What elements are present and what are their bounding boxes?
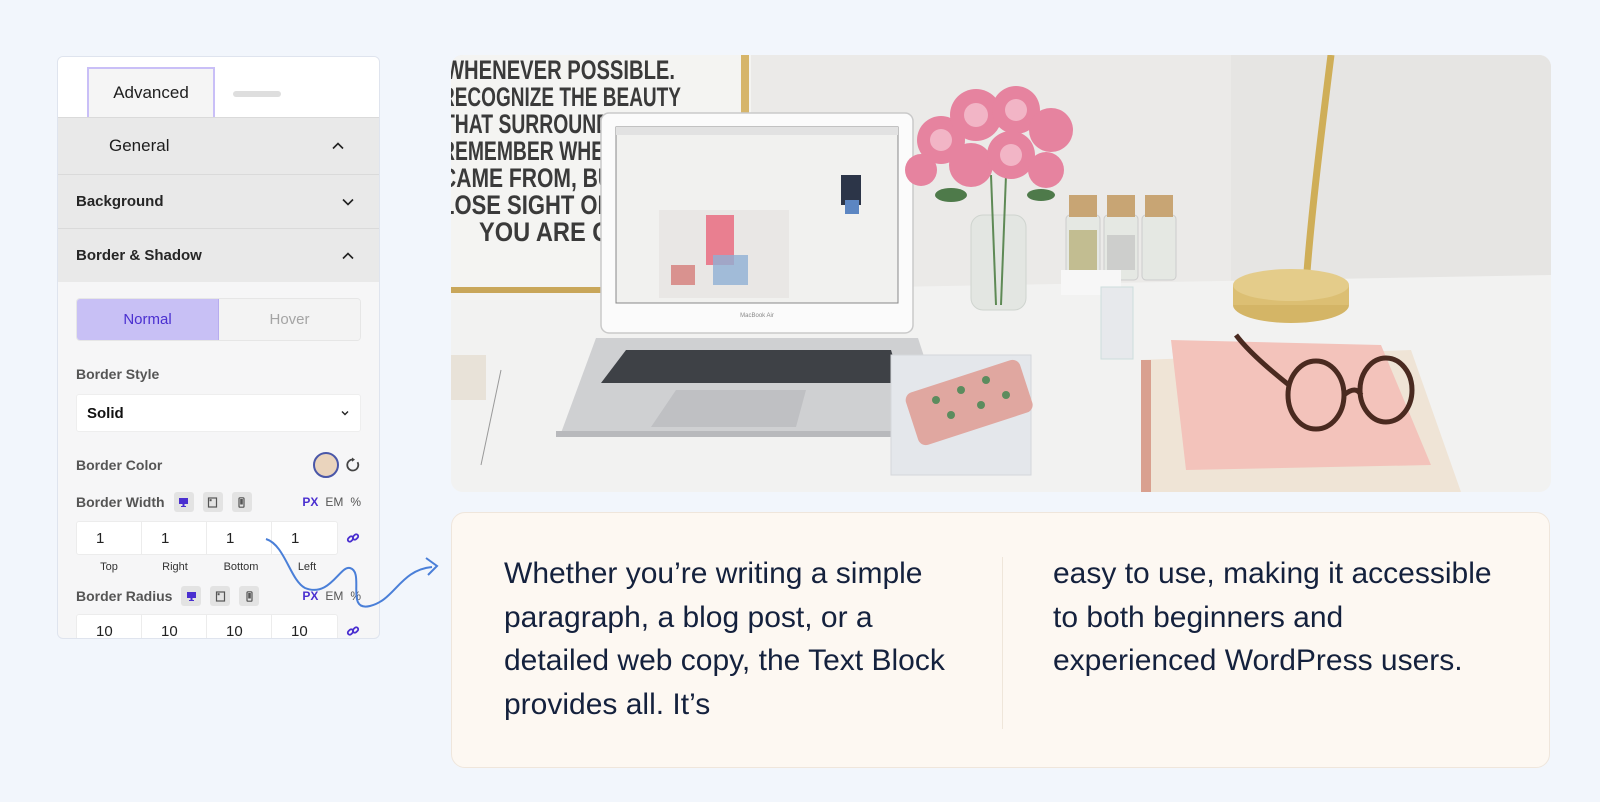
link-icon[interactable] [346,624,360,638]
border-width-right-input[interactable] [142,522,207,554]
mobile-icon [238,496,245,508]
tablet-icon [215,590,226,602]
border-style-value: Solid [87,404,124,422]
tab-placeholder[interactable] [233,91,281,97]
color-swatch[interactable] [313,452,339,478]
laptop-label: MacBook Air [740,313,774,319]
caption-left: Left [297,561,317,573]
border-width-left-input[interactable] [272,522,337,554]
column-divider [1002,557,1003,729]
border-color-row: Border Color [76,452,361,478]
border-radius-top-input[interactable] [77,615,142,638]
unit-em[interactable]: EM [325,495,343,509]
unit-px[interactable]: PX [302,589,318,603]
hover-tab[interactable]: Hover [219,299,360,340]
unit-selector: PX EM % [302,589,361,603]
section-border-shadow[interactable]: Border & Shadow [58,228,379,282]
desk-photo: WHENEVER POSSIBLE. RECOGNIZE THE BEAUTY … [451,55,1551,492]
border-radius-label: Border Radius [76,588,173,604]
border-radius-left-input[interactable] [272,615,337,638]
chevron-up-icon [342,251,354,259]
desktop-device-button[interactable] [173,492,194,512]
books-phone [890,333,1461,492]
border-width-inputs [76,521,361,555]
border-radius-row: Border Radius PX EM % [76,586,361,606]
chevron-down-icon [341,411,349,416]
panel-tabs: Advanced [58,57,379,117]
svg-text:WHENEVER POSSIBLE.: WHENEVER POSSIBLE. [451,55,675,85]
section-general-label: General [109,136,170,155]
border-width-label: Border Width [76,494,165,510]
border-width-row: Border Width PX EM % [76,492,361,512]
section-background[interactable]: Background [58,174,379,228]
border-width-bottom-input[interactable] [207,522,272,554]
border-radius-inputs [76,614,361,638]
desk-scene-illustration: WHENEVER POSSIBLE. RECOGNIZE THE BEAUTY … [451,55,1551,492]
border-color-label: Border Color [76,457,163,473]
border-radius-bottom-input[interactable] [207,615,272,638]
mobile-device-button[interactable] [239,586,260,606]
state-toggle: Normal Hover [76,298,361,341]
text-column-2: easy to use, making it accessible to bot… [1053,557,1492,677]
svg-text:RECOGNIZE THE BEAUTY: RECOGNIZE THE BEAUTY [451,82,681,112]
mobile-icon [246,590,253,602]
tab-advanced[interactable]: Advanced [87,67,215,117]
caption-top: Top [100,561,118,573]
tablet-device-button[interactable] [210,586,231,606]
desktop-device-button[interactable] [181,586,202,606]
unit-em[interactable]: EM [325,589,343,603]
reset-icon[interactable] [345,457,361,473]
border-radius-right-input[interactable] [142,615,207,638]
unit-percent[interactable]: % [350,495,361,509]
border-shadow-body: Normal Hover Border Style Solid Border C… [58,282,379,638]
link-icon[interactable] [346,531,360,545]
section-border-shadow-label: Border & Shadow [76,247,202,264]
mobile-device-button[interactable] [231,492,252,512]
desktop-icon [186,591,196,601]
arrow-head-icon [425,557,439,576]
unit-percent[interactable]: % [350,589,361,603]
unit-selector: PX EM % [302,495,361,509]
svg-text:LOSE SIGHT OF: LOSE SIGHT OF [451,190,611,220]
border-style-select[interactable]: Solid [76,394,361,432]
section-general[interactable]: General [58,117,379,174]
border-width-captions: Top Right Bottom Left [76,561,361,573]
tablet-device-button[interactable] [202,492,223,512]
svg-text:CAME FROM, BUT: CAME FROM, BUT [451,163,626,193]
section-background-label: Background [76,193,164,210]
chevron-down-icon [342,198,354,206]
border-style-label: Border Style [76,366,160,382]
svg-text:THAT SURROUNDS: THAT SURROUNDS [451,109,623,139]
caption-right: Right [162,561,188,573]
normal-tab[interactable]: Normal [77,299,219,340]
caption-bottom: Bottom [223,561,259,573]
settings-panel: Advanced General Background Border & Sha… [57,56,380,639]
chevron-up-icon [332,142,344,150]
desktop-icon [179,497,189,507]
text-column-1: Whether you’re writing a simple paragrap… [504,557,945,721]
text-block-card: Whether you’re writing a simple paragrap… [451,512,1550,768]
unit-px[interactable]: PX [302,495,318,509]
border-width-top-input[interactable] [77,522,142,554]
tablet-icon [207,496,218,508]
